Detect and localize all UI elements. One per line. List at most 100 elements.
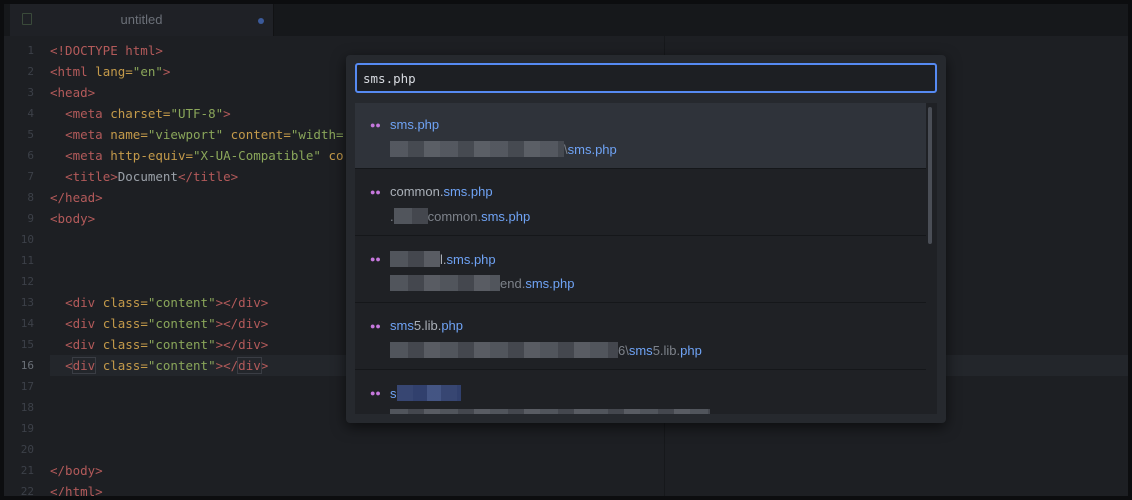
code-token: > xyxy=(260,337,269,352)
line-number: 5 xyxy=(27,128,34,141)
result-item[interactable]: ●● s xyxy=(355,371,926,414)
code-token: > xyxy=(260,295,269,310)
fuzzy-finder-panel: ●● sms.php \sms.php ●● common.sms.php .c… xyxy=(346,55,946,423)
line-number: 3 xyxy=(27,86,34,99)
fuzzy-finder-search-input[interactable] xyxy=(355,63,937,93)
code-token: "viewport" xyxy=(147,127,224,142)
code-token: ></ xyxy=(215,337,239,352)
match-highlight: sms.php xyxy=(567,142,617,157)
code-token: content= xyxy=(223,127,291,142)
path-text: end. xyxy=(500,276,526,291)
code-token: div xyxy=(238,295,261,310)
code-token: "content" xyxy=(147,295,216,310)
code-token: <head> xyxy=(50,85,96,100)
filename-text: 5.lib. xyxy=(413,318,442,333)
path-text: 6\ xyxy=(618,343,629,358)
redacted-name xyxy=(390,251,440,267)
line-number-gutter: 1 2 3 4 5 6 7 8 9 10 11 12 13 14 15 16 1… xyxy=(4,40,38,498)
results-scrollbar[interactable] xyxy=(928,107,932,244)
result-item[interactable]: ●● sms5.lib.php 6\sms5.lib.php xyxy=(355,304,926,370)
result-filename: l.sms.php xyxy=(390,251,496,267)
code-token: name= xyxy=(102,127,148,142)
result-item[interactable]: ●● sms.php \sms.php xyxy=(355,103,926,169)
tab-untitled[interactable]: untitled xyxy=(10,4,274,36)
code-token: "content" xyxy=(147,316,216,331)
code-token: "content" xyxy=(147,337,216,352)
line-number: 17 xyxy=(20,380,34,393)
result-item[interactable]: ●● common.sms.php . common.sms.php xyxy=(355,170,926,236)
code-token: <html xyxy=(50,64,88,79)
result-filename: sms5.lib.php xyxy=(390,318,463,333)
code-token: div xyxy=(237,357,262,374)
result-path: end.sms.php xyxy=(390,275,574,291)
line-number: 13 xyxy=(20,296,34,309)
line-number: 14 xyxy=(20,317,34,330)
line-number: 15 xyxy=(20,338,34,351)
redacted-path xyxy=(393,208,428,224)
code-token: "en" xyxy=(132,64,163,79)
result-filename: sms.php xyxy=(390,117,439,132)
code-token: "width= xyxy=(290,127,344,142)
modified-dot-icon[interactable] xyxy=(258,18,264,24)
code-token: > xyxy=(223,106,231,121)
php-elephant-icon: ●● xyxy=(370,254,381,264)
tab-bar: untitled xyxy=(4,4,1128,37)
code-token: <title> xyxy=(65,169,118,184)
code-token: <div xyxy=(65,357,97,374)
line-number: 7 xyxy=(27,170,34,183)
path-text: common. xyxy=(427,209,482,224)
match-highlight: sms.php xyxy=(390,117,440,132)
code-token: class= xyxy=(95,295,148,310)
code-token: charset= xyxy=(102,106,171,121)
line-number: 19 xyxy=(20,422,34,435)
code-token: Document xyxy=(117,169,178,184)
result-item[interactable]: ●● l.sms.php end.sms.php xyxy=(355,237,926,303)
code-token: co xyxy=(320,148,344,163)
code-token: </body> xyxy=(50,463,103,478)
code-line: </body> xyxy=(50,460,1128,481)
code-token: </html> xyxy=(50,484,103,499)
line-number: 22 xyxy=(20,485,34,498)
path-text: 5.lib. xyxy=(652,343,681,358)
line-number: 16 xyxy=(20,359,34,372)
match-highlight: sms.php xyxy=(525,276,575,291)
redacted-name xyxy=(396,385,461,401)
redacted-path xyxy=(390,275,500,291)
code-token: > xyxy=(260,316,269,331)
code-token: <body> xyxy=(50,211,96,226)
result-path xyxy=(390,409,710,414)
code-token: ></ xyxy=(215,358,239,373)
line-number: 20 xyxy=(20,443,34,456)
redacted-path xyxy=(390,141,564,157)
code-token: <meta xyxy=(65,127,103,142)
line-number: 10 xyxy=(20,233,34,246)
match-highlight: sms xyxy=(628,343,653,358)
match-highlight: php xyxy=(680,343,702,358)
code-token: lang= xyxy=(87,64,133,79)
match-highlight: sms.php xyxy=(443,184,493,199)
code-token: http-equiv= xyxy=(102,148,194,163)
match-highlight: php xyxy=(441,318,464,333)
match-highlight: sms.php xyxy=(481,209,531,224)
code-token: div xyxy=(238,316,261,331)
result-path: . common.sms.php xyxy=(390,208,530,224)
code-token: <div xyxy=(65,295,96,310)
line-number: 18 xyxy=(20,401,34,414)
line-number: 12 xyxy=(20,275,34,288)
fuzzy-finder-results: ●● sms.php \sms.php ●● common.sms.php .c… xyxy=(355,103,937,414)
redacted-path xyxy=(390,342,618,358)
php-elephant-icon: ●● xyxy=(370,388,381,398)
line-number: 8 xyxy=(27,191,34,204)
redacted-path xyxy=(390,409,710,414)
result-path: \sms.php xyxy=(390,141,617,157)
line-number: 1 xyxy=(27,44,34,57)
line-number: 6 xyxy=(27,149,34,162)
code-token: <div xyxy=(65,316,96,331)
code-line: </html> xyxy=(50,481,1128,499)
line-number: 21 xyxy=(20,464,34,477)
code-token: </head> xyxy=(50,190,103,205)
filename-text: common. xyxy=(390,184,444,199)
match-highlight: sms xyxy=(390,318,414,333)
code-token: ></ xyxy=(215,316,239,331)
line-number: 4 xyxy=(27,107,34,120)
